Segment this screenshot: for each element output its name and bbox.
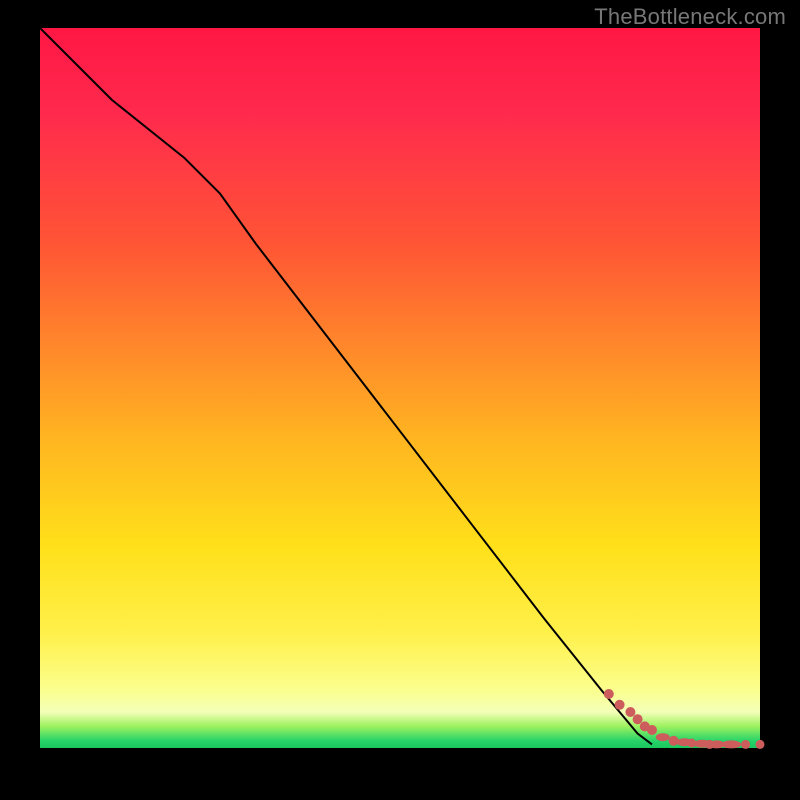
datapoint: [756, 740, 765, 749]
chart-frame: TheBottleneck.com: [0, 0, 800, 800]
plot-gradient-area: [40, 28, 760, 748]
datapoint: [625, 707, 635, 717]
datapoint: [647, 725, 657, 735]
bottleneck-curve: [40, 28, 652, 744]
datapoint: [615, 700, 625, 710]
plot-svg: [40, 28, 760, 748]
datapoint: [721, 740, 741, 748]
datapoint: [656, 733, 670, 741]
datapoint: [604, 689, 614, 699]
datapoint: [741, 740, 750, 749]
watermark-label: TheBottleneck.com: [594, 4, 786, 30]
datapoint: [633, 714, 643, 724]
